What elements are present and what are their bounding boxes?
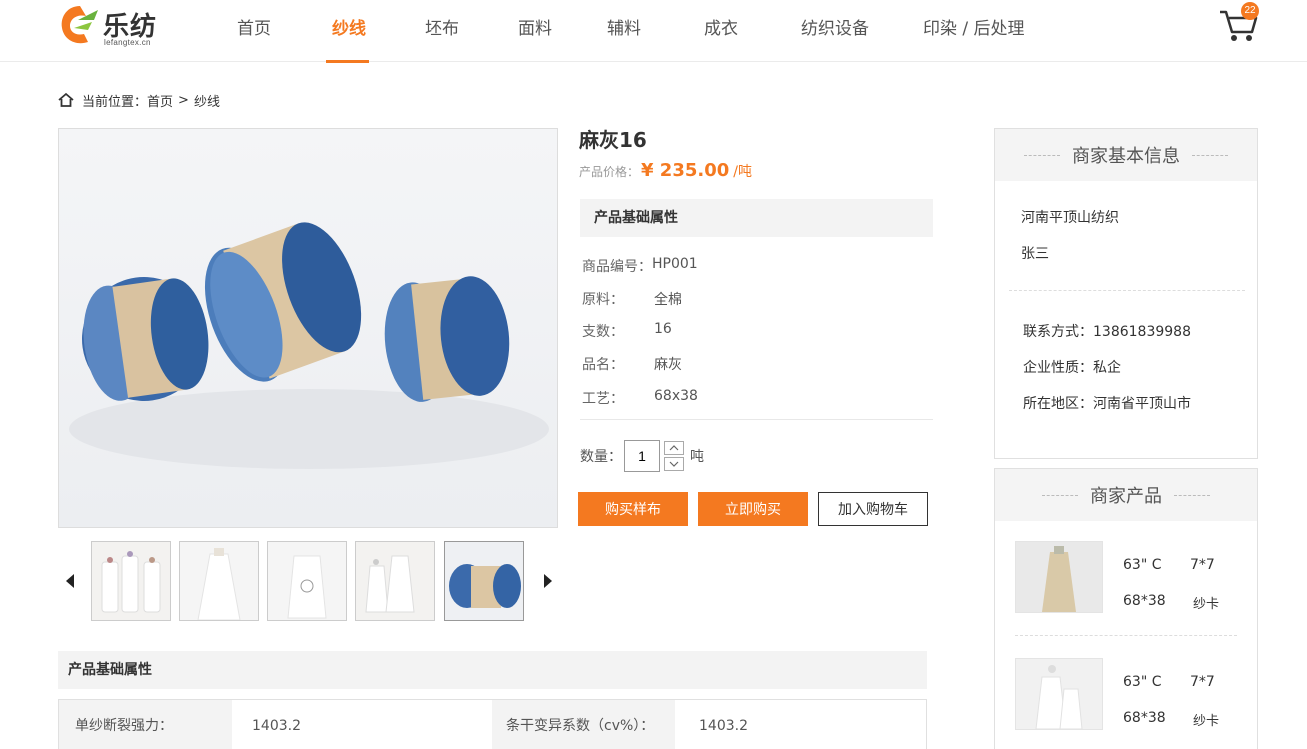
- site-header: 乐纺 lefangtex.cn 首页 纱线 坯布 面料 辅料 成衣 纺织设备 印…: [0, 0, 1307, 63]
- merchant-product-image[interactable]: [1015, 541, 1103, 613]
- nav-item-textile-equipment[interactable]: 纺织设备: [801, 14, 869, 39]
- logo-mark-icon: [61, 6, 98, 44]
- nav-active-indicator: [326, 60, 369, 63]
- spec-key: 条干变异系数（cv%）：: [492, 700, 675, 749]
- breadcrumb-home-link[interactable]: 首页: [147, 91, 173, 110]
- attribute-row-name: 品名： 麻灰: [582, 354, 682, 374]
- merchant-products-panel: 商家产品 63" C 7*7 68*38 纱卡 63" C 7*7 68*38 …: [994, 468, 1258, 749]
- spec-value: 1403.2: [252, 718, 301, 734]
- merchant-region: 所在地区：河南省平顶山市: [1023, 396, 1191, 412]
- divider: [1042, 494, 1078, 496]
- price-unit: /吨: [733, 164, 752, 180]
- breadcrumb-prefix: 当前位置：: [82, 94, 148, 110]
- merchant-products-title: 商家产品: [1090, 486, 1162, 507]
- divider: [1024, 154, 1060, 156]
- merchant-product-item[interactable]: 63" C 7*7 68*38 纱卡: [1015, 658, 1239, 732]
- merchant-product-spec: 68*38: [1123, 593, 1166, 609]
- merchant-product-type: 纱卡: [1193, 714, 1220, 729]
- quantity-unit: 吨: [690, 449, 704, 465]
- attribute-value: HP001: [652, 256, 698, 272]
- chevron-up-icon: [669, 445, 679, 451]
- merchant-product-spec: 63" C: [1123, 674, 1162, 690]
- spec-key: 单纱断裂强力：: [59, 700, 232, 749]
- merchant-info-panel: 商家基本信息 河南平顶山纺织 张三 联系方式：13861839988 企业性质：…: [994, 128, 1258, 459]
- buy-now-button[interactable]: 立即购买: [698, 492, 808, 526]
- thumbnail-5[interactable]: [444, 541, 524, 621]
- thumbnail-next-arrow-icon[interactable]: [542, 573, 554, 589]
- merchant-products-header: 商家产品: [995, 469, 1257, 521]
- divider: [1192, 154, 1228, 156]
- attribute-row-material: 原料： 全棉: [582, 289, 682, 309]
- merchant-product-divider: [1015, 635, 1237, 636]
- merchant-info-title: 商家基本信息: [1072, 146, 1180, 167]
- price-value: ¥ 235.00: [641, 160, 730, 181]
- nav-item-greige[interactable]: 坯布: [425, 14, 459, 39]
- attribute-row-sku: 商品编号： HP001: [582, 256, 698, 276]
- merchant-nature: 企业性质：私企: [1023, 360, 1121, 376]
- cart-count-badge: 22: [1241, 2, 1259, 20]
- quantity-control: 数量： 吨: [580, 440, 704, 472]
- merchant-divider: [1009, 290, 1245, 291]
- merchant-product-spec: 7*7: [1190, 674, 1215, 690]
- quantity-increase-button[interactable]: [664, 441, 684, 455]
- home-icon: [58, 92, 74, 107]
- divider: [1174, 494, 1210, 496]
- attribute-value: 麻灰: [654, 357, 682, 373]
- merchant-product-spec: 7*7: [1190, 557, 1215, 573]
- buy-sample-button[interactable]: 购买样布: [578, 492, 688, 526]
- product-title: 麻灰16: [579, 128, 647, 152]
- attribute-key: 原料：: [582, 292, 624, 308]
- site-logo[interactable]: 乐纺 lefangtex.cn: [58, 2, 168, 48]
- attribute-key: 品名：: [582, 357, 624, 373]
- thumbnail-prev-arrow-icon[interactable]: [64, 573, 76, 589]
- quantity-label: 数量：: [580, 449, 622, 465]
- merchant-product-image[interactable]: [1015, 658, 1103, 730]
- merchant-info-header: 商家基本信息: [995, 129, 1257, 181]
- attribute-value: 全棉: [654, 292, 682, 308]
- attribute-row-count: 支数： 16: [582, 321, 672, 341]
- nav-item-fabric[interactable]: 面料: [518, 14, 552, 39]
- logo-domain: lefangtex.cn: [104, 38, 151, 47]
- thumbnail-2[interactable]: [179, 541, 259, 621]
- product-main-image[interactable]: [58, 128, 558, 528]
- breadcrumb: 当前位置： 首页 > 纱线: [58, 90, 220, 110]
- nav-item-garments[interactable]: 成衣: [704, 14, 738, 39]
- merchant-product-spec: 68*38: [1123, 710, 1166, 726]
- quantity-input[interactable]: [624, 440, 660, 472]
- nav-item-yarn[interactable]: 纱线: [332, 14, 366, 39]
- nav-item-accessories[interactable]: 辅料: [607, 14, 641, 39]
- quantity-decrease-button[interactable]: [664, 457, 684, 471]
- nav-item-dyeing[interactable]: 印染 / 后处理: [923, 14, 1025, 39]
- quantity-stepper: [664, 441, 684, 471]
- merchant-company[interactable]: 河南平顶山纺织: [1021, 207, 1119, 227]
- price-label: 产品价格：: [579, 165, 640, 179]
- specs-table: 单纱断裂强力： 1403.2 条干变异系数（cv%）： 1403.2: [58, 699, 927, 749]
- attribute-value: 68x38: [654, 388, 698, 404]
- merchant-person: 张三: [1021, 246, 1049, 262]
- merchant-product-type: 纱卡: [1193, 597, 1220, 612]
- thumbnail-3[interactable]: [267, 541, 347, 621]
- breadcrumb-current[interactable]: 纱线: [194, 91, 220, 110]
- thumbnail-4[interactable]: [355, 541, 435, 621]
- attribute-row-process: 工艺： 68x38: [582, 388, 698, 408]
- attribute-key: 支数：: [582, 324, 624, 340]
- attribute-key: 商品编号：: [582, 259, 652, 275]
- spec-value: 1403.2: [699, 718, 748, 734]
- thumbnail-1[interactable]: [91, 541, 171, 621]
- attribute-section-header: 产品基础属性: [580, 199, 933, 237]
- specs-section-header: 产品基础属性: [58, 651, 927, 689]
- nav-item-home[interactable]: 首页: [237, 14, 271, 39]
- merchant-contact: 联系方式：13861839988: [1023, 324, 1191, 340]
- attribute-divider: [580, 419, 933, 420]
- attribute-key: 工艺：: [582, 391, 624, 407]
- attribute-value: 16: [654, 321, 672, 337]
- chevron-down-icon: [669, 461, 679, 467]
- breadcrumb-separator: >: [178, 92, 189, 108]
- merchant-product-item[interactable]: 63" C 7*7 68*38 纱卡: [1015, 541, 1239, 615]
- add-to-cart-button[interactable]: 加入购物车: [818, 492, 928, 526]
- product-price: 产品价格： ¥ 235.00 /吨: [579, 160, 752, 181]
- merchant-product-spec: 63" C: [1123, 557, 1162, 573]
- thumbnail-strip: [58, 540, 558, 622]
- yarn-balls-image: [69, 222, 549, 469]
